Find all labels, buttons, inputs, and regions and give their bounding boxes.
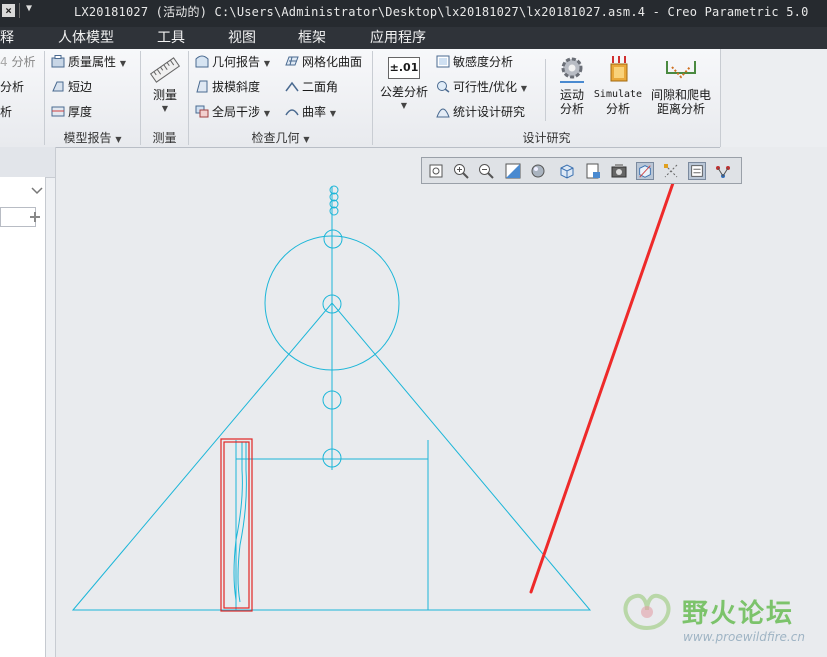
clearance-creepage-button[interactable]: 间隙和爬电 距离分析 xyxy=(648,55,714,116)
design-study-group-label: 设计研究 xyxy=(522,131,571,145)
watermark-url: www.proewildfire.cn xyxy=(683,630,805,644)
inspect-geometry-group-label[interactable]: 检查几何 ▼ xyxy=(189,129,372,145)
model-tree[interactable] xyxy=(0,177,46,657)
perspective-view-icon[interactable] xyxy=(610,162,628,180)
settings-dropdown-icon[interactable] xyxy=(30,183,44,197)
simulate-icon xyxy=(610,56,628,82)
spin-center-icon[interactable] xyxy=(714,162,732,180)
statistical-study-icon xyxy=(436,108,450,118)
global-interference-button[interactable]: 全局干涉 ▼ xyxy=(195,103,270,123)
dihedral-angle-button[interactable]: 二面角 xyxy=(285,78,338,96)
annotation-display-icon[interactable] xyxy=(688,162,706,180)
simulate-label-1: Simulate xyxy=(593,89,643,100)
tab-framework[interactable]: 框架 xyxy=(298,28,326,48)
graphics-toolbar xyxy=(421,157,742,184)
motion-analysis-label-1: 运动 xyxy=(559,88,584,102)
close-icon[interactable]: × xyxy=(2,4,15,17)
tab-annotate[interactable]: 释 xyxy=(0,28,14,48)
sensitivity-icon xyxy=(436,55,450,68)
analysis-item-1[interactable]: 4 分析 xyxy=(0,53,35,71)
clearance-label-1: 间隙和爬电 xyxy=(650,88,711,102)
simulate-label-2: 分析 xyxy=(605,102,630,116)
tolerance-analysis-label: 公差分析 xyxy=(379,85,428,99)
ruler-icon xyxy=(149,57,181,83)
watermark-forum-name: 野火论坛 xyxy=(682,599,795,629)
datum-filter-icon[interactable] xyxy=(662,162,680,180)
analysis-item-2[interactable]: 分析 xyxy=(0,78,24,96)
mesh-surface-button[interactable]: 网格化曲面 xyxy=(285,53,362,71)
model-tree-tab-strip xyxy=(0,147,55,178)
tab-view[interactable]: 视图 xyxy=(228,28,256,48)
tolerance-icon: ±.01 xyxy=(388,57,420,79)
title-bar: × ▼ LX20181027 (活动的) C:\Users\Administra… xyxy=(0,0,827,27)
feasibility-icon xyxy=(437,81,450,93)
thickness-button[interactable]: 厚度 xyxy=(51,103,92,121)
saved-orientations-icon[interactable] xyxy=(558,162,576,180)
thickness-icon xyxy=(51,106,65,117)
group-separator xyxy=(545,59,546,121)
ribbon-tabs: 释 人体模型 工具 视图 框架 应用程序 xyxy=(0,27,827,49)
annotation-arrow-line xyxy=(529,184,675,594)
short-edge-icon xyxy=(52,81,64,92)
clearance-icon xyxy=(666,61,696,79)
graphics-window[interactable] xyxy=(56,184,827,657)
datum-display-icon[interactable] xyxy=(636,162,654,180)
motion-analysis-label-2: 分析 xyxy=(559,102,584,116)
measure-button-label: 测量 xyxy=(152,88,177,102)
quick-access-dropdown-icon[interactable]: ▼ xyxy=(26,3,32,14)
analysis-item-3[interactable]: 析 xyxy=(0,103,12,121)
display-style-icon[interactable] xyxy=(530,162,548,180)
geometry-report-icon xyxy=(195,55,209,68)
refit-icon[interactable] xyxy=(427,162,445,180)
title-separator xyxy=(19,3,20,18)
sensitivity-analysis-button[interactable]: 敏感度分析 xyxy=(436,53,513,71)
interference-icon xyxy=(195,105,209,118)
dihedral-angle-icon xyxy=(285,81,299,92)
ribbon: 4 分析 分析 析 质量属性 ▼ 短边 厚度 模型报告 ▼ 测量 ▼ 测量 几何… xyxy=(0,49,720,148)
add-icon[interactable] xyxy=(28,210,42,224)
simulate-analysis-button[interactable]: Simulate 分析 xyxy=(592,55,644,116)
tab-applications[interactable]: 应用程序 xyxy=(370,28,426,48)
measure-button[interactable]: 测量 ▼ xyxy=(143,55,187,116)
gear-icon xyxy=(560,57,584,83)
model-tree-panel xyxy=(0,147,56,657)
ribbon-empty-area xyxy=(720,49,827,147)
clearance-label-2: 距离分析 xyxy=(656,102,705,116)
geometry-report-button[interactable]: 几何报告 ▼ xyxy=(195,53,270,73)
short-edge-button[interactable]: 短边 xyxy=(51,78,92,96)
motion-analysis-button[interactable]: 运动 分析 xyxy=(552,55,592,116)
forum-logo xyxy=(623,593,671,631)
draft-icon xyxy=(196,80,208,93)
tab-human-model[interactable]: 人体模型 xyxy=(58,28,114,48)
zoom-in-icon[interactable] xyxy=(452,162,470,180)
view-manager-icon[interactable] xyxy=(584,162,602,180)
mass-properties-icon xyxy=(51,55,65,68)
joint-circle xyxy=(323,229,343,249)
curvature-icon xyxy=(285,109,299,116)
mesh-surface-icon xyxy=(285,56,299,66)
draft-button[interactable]: 拔模斜度 xyxy=(195,78,260,96)
repaint-icon[interactable] xyxy=(504,162,522,180)
tolerance-analysis-button[interactable]: ±.01 公差分析 ▼ xyxy=(378,57,430,113)
measure-group-label: 测量 xyxy=(152,131,177,145)
tab-tools[interactable]: 工具 xyxy=(157,28,185,48)
feasibility-optimization-button[interactable]: 可行性/优化 ▼ xyxy=(436,78,527,98)
window-title: LX20181027 (活动的) C:\Users\Administrator\… xyxy=(74,5,809,19)
mass-properties-button[interactable]: 质量属性 ▼ xyxy=(51,53,126,73)
zoom-out-icon[interactable] xyxy=(477,162,495,180)
curvature-button[interactable]: 曲率 ▼ xyxy=(285,103,336,123)
statistical-design-study-button[interactable]: 统计设计研究 xyxy=(436,103,525,121)
model-report-group-label[interactable]: 模型报告 ▼ xyxy=(45,129,140,145)
